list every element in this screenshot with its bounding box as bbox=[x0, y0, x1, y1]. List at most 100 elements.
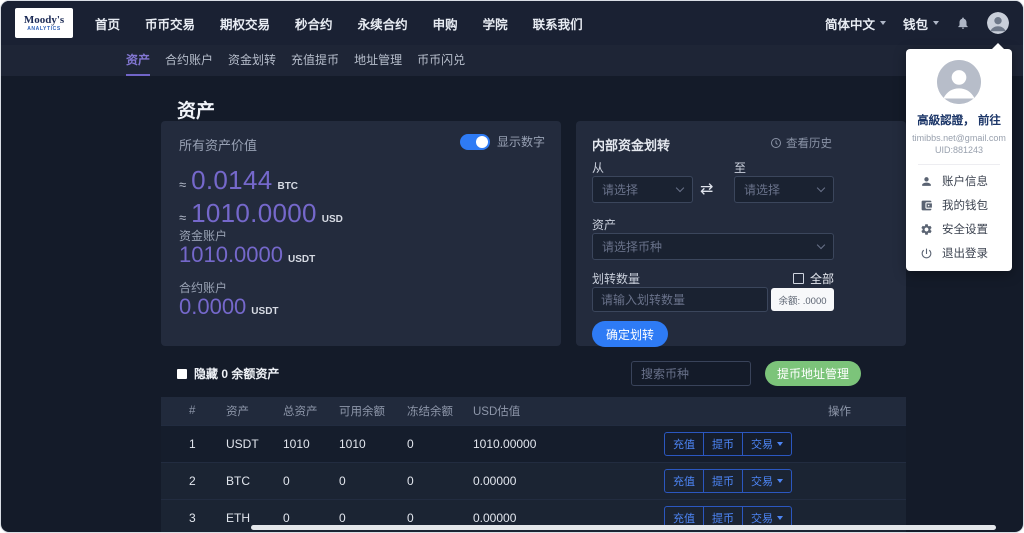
transfer-amount-input[interactable] bbox=[592, 287, 768, 312]
header-total: 总资产 bbox=[283, 406, 318, 418]
transfer-panel: 内部资金划转 查看历史 从 至 请选择 ⇄ 请选择 资产 请选择币种 划转数量 … bbox=[576, 121, 906, 347]
cell-index: 3 bbox=[189, 511, 196, 525]
menu-item-logout[interactable]: 退出登录 bbox=[906, 241, 1012, 265]
menu-item-label: 退出登录 bbox=[942, 248, 988, 260]
menu-item-my-wallet[interactable]: 我的钱包 bbox=[906, 193, 1012, 217]
header-frozen: 冻结余额 bbox=[407, 406, 453, 418]
language-label: 简体中文 bbox=[824, 17, 875, 32]
to-select-placeholder: 请选择 bbox=[744, 183, 781, 197]
trade-dropdown-button[interactable]: 交易 bbox=[742, 433, 791, 455]
trade-label: 交易 bbox=[751, 513, 773, 525]
user-uid: UID:881243 bbox=[934, 145, 984, 155]
nav-item-second-contract[interactable]: 秒合约 bbox=[295, 14, 333, 33]
btc-unit: BTC bbox=[277, 181, 299, 192]
to-select[interactable]: 请选择 bbox=[734, 176, 834, 203]
show-numbers-toggle[interactable] bbox=[459, 133, 490, 150]
header-actions: 操作 bbox=[828, 406, 851, 418]
asset-select-placeholder: 请选择币种 bbox=[602, 240, 663, 254]
menu-item-label: 我的钱包 bbox=[942, 200, 988, 212]
usd-unit: USD bbox=[321, 214, 343, 225]
withdraw-button[interactable]: 提币 bbox=[703, 433, 742, 455]
balance-addon: 余额: .0000 bbox=[771, 288, 834, 311]
nav-item-academy[interactable]: 学院 bbox=[483, 14, 508, 33]
withdraw-address-management-button[interactable]: 提币地址管理 bbox=[765, 361, 862, 386]
assets-table: # 资产 总资产 可用余额 冻结余额 USD估值 操作 1 USDT 1010 … bbox=[161, 397, 906, 532]
nav-item-perpetual-contract[interactable]: 永续合约 bbox=[358, 14, 408, 33]
total-usd-value: ≈ 1010.0000 USD bbox=[179, 198, 343, 229]
hide-zero-balance-wrap[interactable]: 隐藏 0 余额资产 bbox=[177, 365, 279, 382]
divider bbox=[918, 164, 1000, 165]
menu-item-label: 安全设置 bbox=[942, 224, 988, 236]
verification-link[interactable]: 高級認證， 前往 bbox=[906, 112, 1012, 128]
logo-subtext: ANALYTICS bbox=[27, 25, 61, 32]
cell-usd-value: 0.00000 bbox=[473, 474, 517, 488]
view-history-label: 查看历史 bbox=[786, 138, 832, 150]
subnav-item-assets[interactable]: 资产 bbox=[126, 45, 151, 76]
menu-item-security-settings[interactable]: 安全设置 bbox=[906, 217, 1012, 241]
subnav-item-flash-exchange[interactable]: 币币闪兑 bbox=[417, 45, 465, 76]
swap-direction-icon[interactable]: ⇄ bbox=[700, 179, 713, 199]
cell-total: 0 bbox=[283, 511, 290, 525]
menu-item-label: 账户信息 bbox=[942, 176, 988, 188]
transfer-all-checkbox[interactable] bbox=[792, 273, 804, 284]
chevron-down-icon bbox=[675, 183, 685, 193]
assets-value-panel: 所有资产价值 显示数字 ≈ 0.0144 BTC ≈ 1010.0000 USD… bbox=[161, 121, 561, 346]
app-window: Moody's ANALYTICS 首页 币币交易 期权交易 秒合约 永续合约 … bbox=[0, 0, 1024, 533]
withdraw-button[interactable]: 提币 bbox=[703, 470, 742, 492]
transfer-all-checkbox-wrap[interactable]: 全部 bbox=[792, 270, 834, 287]
menu-item-account-info[interactable]: 账户信息 bbox=[906, 169, 1012, 193]
hide-zero-checkbox[interactable] bbox=[177, 368, 187, 379]
horizontal-scrollbar[interactable] bbox=[251, 525, 996, 530]
transfer-panel-title: 内部资金划转 bbox=[592, 138, 671, 153]
table-row: 1 USDT 1010 1010 0 1010.00000 充值 提币 交易 bbox=[161, 425, 906, 462]
wallet-icon bbox=[921, 200, 932, 210]
table-row: 2 BTC 0 0 0 0.00000 充值 提币 交易 bbox=[161, 462, 906, 499]
language-dropdown[interactable]: 简体中文 bbox=[825, 14, 886, 33]
subnav-item-fund-transfer[interactable]: 资金划转 bbox=[228, 45, 276, 76]
trade-dropdown-button[interactable]: 交易 bbox=[742, 470, 791, 492]
chevron-down-icon bbox=[777, 442, 783, 446]
confirm-transfer-button[interactable]: 确定划转 bbox=[592, 321, 669, 347]
row-actions: 充值 提币 交易 bbox=[664, 432, 792, 456]
chevron-down-icon bbox=[816, 183, 826, 193]
deposit-button[interactable]: 充值 bbox=[665, 433, 703, 455]
funding-account-value: 1010.0000 USDT bbox=[179, 242, 315, 268]
header-usd-value: USD估值 bbox=[473, 406, 521, 418]
total-btc-value: ≈ 0.0144 BTC bbox=[179, 165, 298, 196]
view-history-link[interactable]: 查看历史 bbox=[770, 135, 832, 151]
nav-item-subscription[interactable]: 申购 bbox=[433, 14, 458, 33]
contract-amount: 0.0000 bbox=[179, 294, 247, 319]
notifications-bell-icon[interactable] bbox=[956, 16, 970, 30]
clock-icon bbox=[771, 138, 781, 148]
nav-item-spot-trade[interactable]: 币币交易 bbox=[145, 14, 195, 33]
from-select[interactable]: 请选择 bbox=[592, 176, 693, 203]
subnav-item-deposit-withdraw[interactable]: 充值提币 bbox=[291, 45, 339, 76]
contract-unit: USDT bbox=[251, 306, 279, 317]
cell-available: 1010 bbox=[339, 437, 366, 451]
user-dropdown-menu: 高級認證， 前往 timibbs.net@gmail.com UID:88124… bbox=[906, 43, 1012, 271]
moodys-logo[interactable]: Moody's ANALYTICS bbox=[15, 8, 73, 38]
asset-label: 资产 bbox=[592, 218, 617, 232]
hide-zero-label: 隐藏 0 余额资产 bbox=[194, 367, 280, 381]
btc-amount: 0.0144 bbox=[191, 165, 273, 195]
cell-usd-value: 0.00000 bbox=[473, 511, 517, 525]
contract-account-value: 0.0000 USDT bbox=[179, 294, 279, 320]
nav-item-home[interactable]: 首页 bbox=[95, 14, 120, 33]
deposit-button[interactable]: 充值 bbox=[665, 470, 703, 492]
wallet-dropdown[interactable]: 钱包 bbox=[903, 14, 939, 33]
to-label: 至 bbox=[734, 161, 747, 175]
cell-total: 1010 bbox=[283, 437, 310, 451]
wallet-label: 钱包 bbox=[902, 17, 928, 32]
search-input[interactable] bbox=[631, 361, 751, 386]
nav-item-contact-us[interactable]: 联系我们 bbox=[533, 14, 583, 33]
user-avatar[interactable] bbox=[987, 12, 1009, 34]
trade-label: 交易 bbox=[751, 476, 773, 488]
show-numbers-label: 显示数字 bbox=[496, 135, 545, 149]
subnav-item-address-management[interactable]: 地址管理 bbox=[354, 45, 402, 76]
subnav-item-contract-account[interactable]: 合约账户 bbox=[165, 45, 213, 76]
show-numbers-toggle-wrap: 显示数字 bbox=[459, 133, 545, 150]
asset-select[interactable]: 请选择币种 bbox=[592, 233, 834, 260]
cell-available: 0 bbox=[339, 511, 346, 525]
nav-item-options-trade[interactable]: 期权交易 bbox=[220, 14, 270, 33]
chevron-down-icon bbox=[777, 516, 783, 520]
